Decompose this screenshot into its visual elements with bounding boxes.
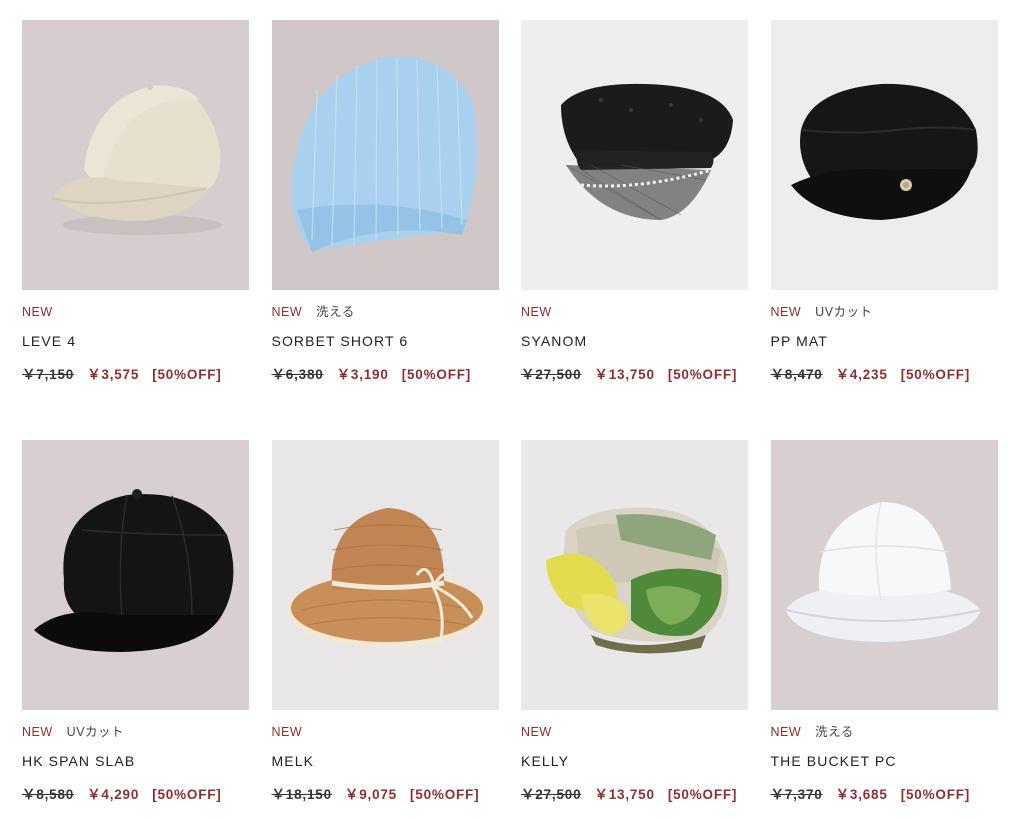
new-badge: NEW [271,725,303,739]
new-badge: NEW [521,725,552,739]
product-image-black-tweed-cap[interactable] [521,20,748,290]
original-price: ￥8,470 [770,367,823,382]
sale-price: ￥3,575 [87,367,140,382]
uv-cut-badge: UVカット [815,305,873,319]
original-price: ￥27,500 [521,787,582,802]
original-price: ￥8,580 [22,787,75,802]
sale-price: ￥13,750 [594,787,655,802]
product-card[interactable]: NEW UVカット PP MAT ￥8,470 ￥4,235 [50%OFF] [770,20,999,384]
new-badge: NEW [770,725,802,739]
product-name[interactable]: LEVE 4 [22,333,250,349]
product-image-blue-beanie[interactable] [271,20,499,290]
product-image-white-bucket-hat[interactable] [770,440,998,710]
original-price: ￥6,380 [271,367,324,382]
product-name[interactable]: PP MAT [771,333,999,349]
product-price: ￥27,500 ￥13,750 [50%OFF] [521,367,749,383]
new-badge: NEW [271,305,303,319]
product-card[interactable]: NEW SYANOM ￥27,500 ￥13,750 [50%OFF] [521,20,749,384]
product-tags: NEW [22,305,250,319]
sale-price: ￥13,750 [594,367,655,382]
uv-cut-badge: UVカット [66,725,125,739]
new-badge: NEW [770,305,802,319]
product-name[interactable]: SYANOM [521,333,749,349]
light-blue-knit-beanie-image [271,20,499,290]
product-name[interactable]: HK SPAN SLAB [22,753,250,769]
product-name[interactable]: SORBET SHORT 6 [272,333,500,349]
new-badge: NEW [22,725,53,739]
product-card[interactable]: NEW MELK ￥18,150 ￥9,075 [50%OFF] [271,440,500,804]
washable-badge: 洗える [316,305,355,319]
product-image-scarf-turban[interactable] [521,440,748,710]
product-price: ￥8,470 ￥4,235 [50%OFF] [771,367,999,383]
product-card[interactable]: NEW UVカット HK SPAN SLAB ￥8,580 ￥4,290 [50… [22,440,250,804]
sale-price: ￥3,190 [336,367,389,382]
straw-hat-with-ribbon-image [271,440,499,710]
discount-label: [50%OFF] [667,787,738,802]
black-marine-cap-image [770,20,998,290]
product-name[interactable]: KELLY [521,753,749,769]
white-bucket-hat-image [770,440,998,710]
product-card[interactable]: NEW 洗える SORBET SHORT 6 ￥6,380 ￥3,190 [50… [271,20,500,384]
product-tags: NEW UVカット [22,725,250,739]
sale-price: ￥3,685 [835,787,888,802]
beige-baseball-cap-image [22,20,249,290]
product-card[interactable]: NEW KELLY ￥27,500 ￥13,750 [50%OFF] [521,440,749,804]
black-tweed-marine-cap-image [521,20,748,290]
product-tags: NEW [521,305,749,319]
product-price: ￥7,150 ￥3,575 [50%OFF] [22,367,250,383]
discount-label: [50%OFF] [900,367,971,382]
new-badge: NEW [521,305,552,319]
discount-label: [50%OFF] [900,787,971,802]
product-image-black-marine-cap[interactable] [770,20,998,290]
product-tags: NEW 洗える [272,305,500,319]
product-tags: NEW UVカット [771,305,999,319]
sale-price: ￥9,075 [344,787,397,802]
product-price: ￥8,580 ￥4,290 [50%OFF] [22,787,250,803]
product-image-beige-cap[interactable] [22,20,249,290]
product-price: ￥27,500 ￥13,750 [50%OFF] [521,787,749,803]
product-grid: NEW LEVE 4 ￥7,150 ￥3,575 [50%OFF] NEW 洗え… [22,20,1002,804]
product-name[interactable]: THE BUCKET PC [771,753,999,769]
new-badge: NEW [22,305,53,319]
product-price: ￥7,370 ￥3,685 [50%OFF] [771,787,999,803]
discount-label: [50%OFF] [152,367,222,382]
original-price: ￥27,500 [521,367,582,382]
product-price: ￥6,380 ￥3,190 [50%OFF] [272,367,500,383]
washable-badge: 洗える [815,725,854,739]
black-casquette-image [22,440,249,710]
product-card[interactable]: NEW 洗える THE BUCKET PC ￥7,370 ￥3,685 [50%… [770,440,999,804]
product-tags: NEW [521,725,749,739]
scarf-turban-image [521,440,748,710]
original-price: ￥7,370 [770,787,823,802]
original-price: ￥18,150 [271,787,332,802]
product-tags: NEW 洗える [771,725,999,739]
product-image-straw-hat[interactable] [271,440,499,710]
discount-label: [50%OFF] [410,787,480,802]
original-price: ￥7,150 [22,367,75,382]
discount-label: [50%OFF] [152,787,222,802]
discount-label: [50%OFF] [401,367,472,382]
product-price: ￥18,150 ￥9,075 [50%OFF] [272,787,500,803]
sale-price: ￥4,235 [835,367,888,382]
product-tags: NEW [272,725,500,739]
product-card[interactable]: NEW LEVE 4 ￥7,150 ￥3,575 [50%OFF] [22,20,250,384]
product-name[interactable]: MELK [272,753,500,769]
product-image-black-casquette[interactable] [22,440,249,710]
discount-label: [50%OFF] [667,367,738,382]
sale-price: ￥4,290 [87,787,140,802]
